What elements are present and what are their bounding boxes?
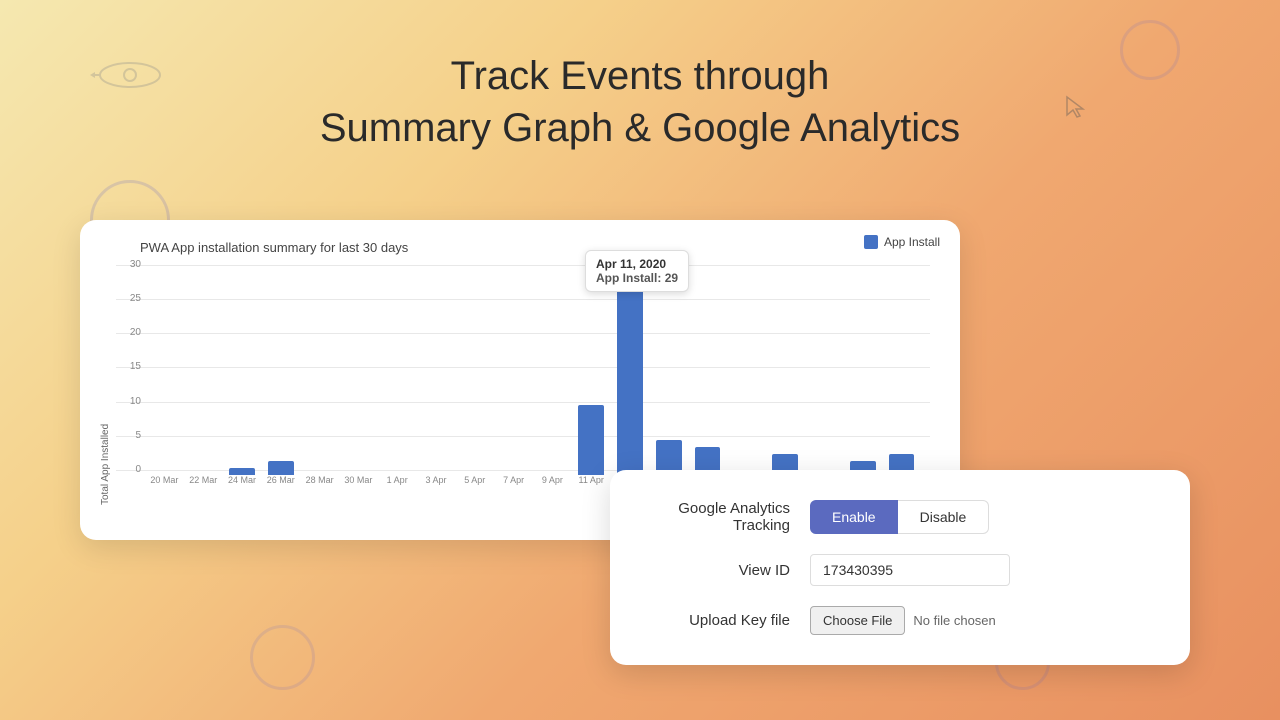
- bar-group: [301, 265, 338, 475]
- bar-group: [224, 265, 261, 475]
- x-label: 26 Mar: [262, 475, 299, 485]
- x-label: 3 Apr: [418, 475, 455, 485]
- bar: [578, 405, 604, 475]
- chart-area: Total App Installed 30 25 20 15 10 5 0 2…: [100, 265, 930, 505]
- legend-label: App Install: [884, 235, 940, 249]
- enable-button[interactable]: Enable: [810, 500, 898, 534]
- bar-group: [379, 265, 416, 475]
- bar-group: [806, 265, 843, 475]
- bar-group: [146, 265, 183, 475]
- bar-group: [456, 265, 493, 475]
- bar-group: [844, 265, 881, 475]
- bar-group: [534, 265, 571, 475]
- tooltip-date: Apr 11, 2020: [596, 257, 678, 271]
- bar-group: [340, 265, 377, 475]
- chart-inner: 30 25 20 15 10 5 0 20 Mar22 Mar24 Mar26 …: [116, 265, 930, 505]
- x-label: 22 Mar: [185, 475, 222, 485]
- disable-button[interactable]: Disable: [898, 500, 990, 534]
- y-axis-label: Total App Installed: [100, 265, 111, 505]
- x-label: 24 Mar: [224, 475, 261, 485]
- chart-title: PWA App installation summary for last 30…: [140, 240, 930, 255]
- analytics-card: Google Analytics Tracking Enable Disable…: [610, 470, 1190, 665]
- bar-group: [573, 265, 610, 475]
- bar-group: [883, 265, 920, 475]
- bar: [268, 461, 294, 475]
- bar-group: [767, 265, 804, 475]
- bar-group: [418, 265, 455, 475]
- chart-legend: App Install: [864, 235, 940, 249]
- upload-key-row: Upload Key file Choose File No file chos…: [650, 606, 1150, 635]
- file-input-wrapper: Choose File No file chosen: [810, 606, 996, 635]
- bar-group: [185, 265, 222, 475]
- x-label: 11 Apr: [573, 475, 610, 485]
- bar-group: [495, 265, 532, 475]
- no-file-text: No file chosen: [913, 613, 995, 628]
- tracking-label: Google Analytics Tracking: [650, 500, 790, 534]
- view-id-label: View ID: [650, 562, 790, 579]
- analytics-tracking-row: Google Analytics Tracking Enable Disable: [650, 500, 1150, 534]
- x-label: 20 Mar: [146, 475, 183, 485]
- x-label: 7 Apr: [495, 475, 532, 485]
- bars-container: [146, 265, 920, 475]
- tracking-toggle-group: Enable Disable: [810, 500, 989, 534]
- x-label: 30 Mar: [340, 475, 377, 485]
- bar-group: [650, 265, 687, 475]
- view-id-row: View ID: [650, 554, 1150, 586]
- choose-file-button[interactable]: Choose File: [810, 606, 905, 635]
- chart-tooltip: Apr 11, 2020 App Install: 29: [585, 250, 689, 292]
- tooltip-value: App Install: 29: [596, 271, 678, 285]
- view-id-input[interactable]: [810, 554, 1010, 586]
- bar: [229, 468, 255, 475]
- page-title: Track Events through Summary Graph & Goo…: [0, 50, 1280, 154]
- upload-label: Upload Key file: [650, 612, 790, 629]
- bar-group: [689, 265, 726, 475]
- x-label: 5 Apr: [456, 475, 493, 485]
- x-label: 9 Apr: [534, 475, 571, 485]
- legend-color-box: [864, 235, 878, 249]
- x-label: 28 Mar: [301, 475, 338, 485]
- bar-group: [612, 265, 649, 475]
- x-label: 1 Apr: [379, 475, 416, 485]
- bar-group: [262, 265, 299, 475]
- bar-group: [728, 265, 765, 475]
- bar: [617, 272, 643, 475]
